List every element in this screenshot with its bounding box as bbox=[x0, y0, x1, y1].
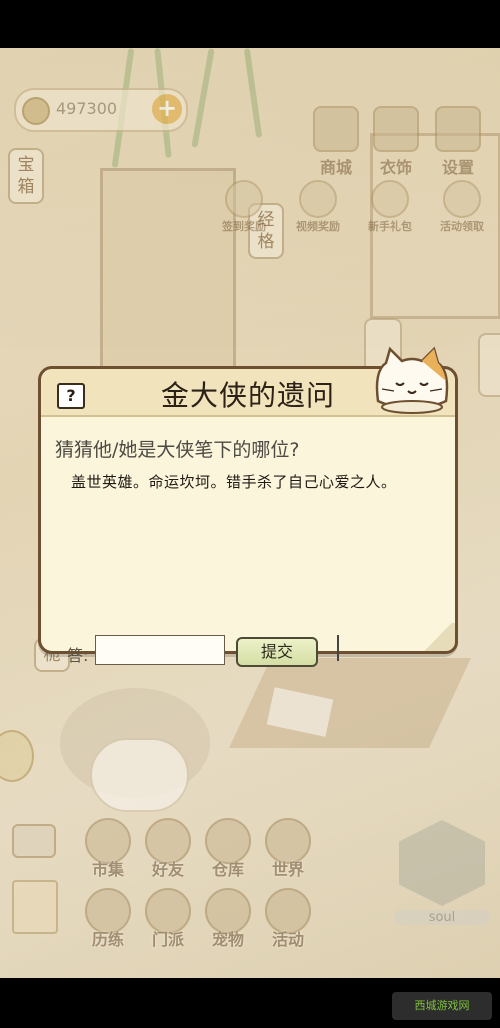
emoji-icon[interactable] bbox=[0, 730, 34, 782]
cat-icon bbox=[375, 346, 449, 414]
soul-avatar[interactable]: soul bbox=[394, 820, 490, 940]
shop-button[interactable]: 商城 bbox=[310, 106, 362, 178]
game-screen: 497300 + 宝箱 经格 桅 商城 衣饰 设置 签到奖励 视频奖励 新手礼包… bbox=[0, 48, 500, 978]
soul-label: soul bbox=[394, 910, 490, 925]
riddle-question: 猜猜他/她是大侠笔下的哪位? bbox=[55, 439, 300, 461]
pet-button[interactable]: 宠物 bbox=[200, 888, 256, 950]
letter-icon[interactable] bbox=[12, 880, 58, 934]
chat-icon[interactable] bbox=[12, 824, 56, 858]
activity-button[interactable]: 活动 bbox=[260, 888, 316, 950]
add-coins-button[interactable]: + bbox=[152, 94, 182, 124]
wardrobe-label: 衣饰 bbox=[379, 158, 412, 177]
coin-counter: 497300 + bbox=[14, 88, 188, 132]
text-cursor bbox=[337, 635, 339, 661]
low-table bbox=[229, 658, 471, 748]
newbie-gift-button[interactable]: 新手礼包 bbox=[360, 180, 420, 234]
page-curl bbox=[421, 623, 458, 654]
video-reward-button[interactable]: 视频奖励 bbox=[288, 180, 348, 234]
wardrobe-button[interactable]: 衣饰 bbox=[370, 106, 422, 178]
sleeping-cat[interactable] bbox=[90, 738, 189, 812]
training-button[interactable]: 历练 bbox=[80, 888, 136, 950]
activity-label: 活动 bbox=[271, 930, 304, 949]
treasure-tag[interactable]: 宝箱 bbox=[8, 148, 44, 204]
warehouse-button[interactable]: 仓库 bbox=[200, 818, 256, 880]
event-icon bbox=[443, 180, 481, 218]
warehouse-label: 仓库 bbox=[211, 860, 244, 879]
video-reward-label: 视频奖励 bbox=[296, 220, 340, 233]
checkin-reward-button[interactable]: 签到奖励 bbox=[214, 180, 274, 234]
side-scroll-icon[interactable] bbox=[478, 333, 500, 397]
calendar-icon bbox=[225, 180, 263, 218]
checkin-reward-label: 签到奖励 bbox=[222, 220, 266, 233]
riddle-hint: 盖世英雄。命运坎坷。错手杀了自己心爱之人。 bbox=[71, 473, 397, 491]
avatar bbox=[399, 820, 485, 906]
answer-label: 答: bbox=[67, 646, 89, 665]
coin-icon bbox=[22, 97, 50, 125]
gear-icon bbox=[435, 106, 481, 152]
training-label: 历练 bbox=[91, 930, 124, 949]
shop-icon bbox=[313, 106, 359, 152]
world-label: 世界 bbox=[271, 860, 304, 879]
sect-button[interactable]: 门派 bbox=[140, 888, 196, 950]
world-button[interactable]: 世界 bbox=[260, 818, 316, 880]
event-claim-label: 活动领取 bbox=[440, 220, 484, 233]
gift-icon bbox=[371, 180, 409, 218]
market-label: 市集 bbox=[91, 860, 124, 879]
submit-button[interactable]: 提交 bbox=[236, 637, 318, 667]
friends-button[interactable]: 好友 bbox=[140, 818, 196, 880]
video-icon bbox=[299, 180, 337, 218]
friends-label: 好友 bbox=[151, 860, 184, 879]
settings-button[interactable]: 设置 bbox=[432, 106, 484, 178]
site-watermark: 西城游戏网 bbox=[392, 992, 492, 1020]
pet-label: 宠物 bbox=[211, 930, 244, 949]
sect-label: 门派 bbox=[151, 930, 184, 949]
riddle-dialog: ? 金大侠的遗问 猜猜他/她是大侠笔下的哪位? 盖世英雄。命运坎坷。错手杀了自己… bbox=[38, 346, 458, 667]
shop-label: 商城 bbox=[319, 158, 352, 177]
wardrobe-icon bbox=[373, 106, 419, 152]
market-button[interactable]: 市集 bbox=[80, 818, 136, 880]
event-claim-button[interactable]: 活动领取 bbox=[432, 180, 492, 234]
answer-input[interactable] bbox=[95, 635, 225, 665]
settings-label: 设置 bbox=[441, 158, 474, 177]
newbie-gift-label: 新手礼包 bbox=[368, 220, 412, 233]
coin-value: 497300 bbox=[56, 99, 118, 118]
